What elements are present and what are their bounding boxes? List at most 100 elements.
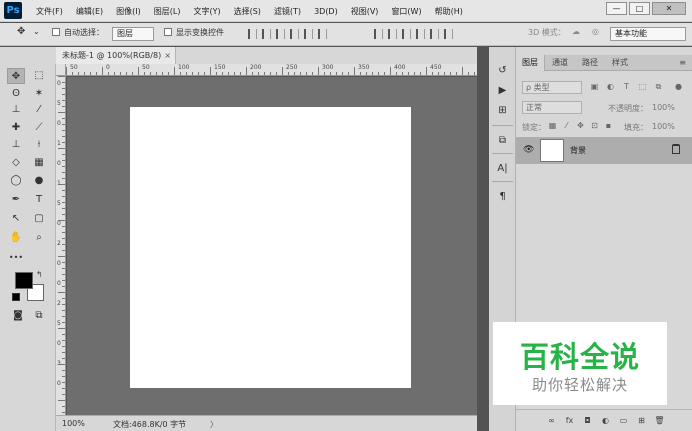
menu-3d[interactable]: 3D(D)	[314, 7, 338, 16]
default-colors-icon[interactable]	[12, 293, 20, 301]
new-group-icon[interactable]: ▭	[618, 415, 629, 426]
auto-select-target-select[interactable]: 图层	[112, 27, 154, 41]
fill-value[interactable]: 100%	[652, 122, 675, 131]
paragraph-panel-icon[interactable]: ¶	[495, 189, 510, 204]
add-mask-icon[interactable]: ◘	[582, 415, 593, 426]
swap-colors-icon[interactable]: ↰	[36, 270, 43, 279]
align-bottom-icon[interactable]	[276, 29, 285, 39]
lock-image-icon[interactable]: ⁄	[562, 121, 571, 130]
tool-preset-dropdown-icon[interactable]: ⌄	[33, 27, 40, 36]
document-tab[interactable]: 未标题-1 @ 100%(RGB/8) ×	[56, 47, 176, 64]
filter-shape-icon[interactable]: ⬚	[638, 82, 647, 91]
eyedropper-tool-icon[interactable]: ⁄	[30, 102, 48, 118]
distribute-top-icon[interactable]	[374, 29, 383, 39]
canvas-area[interactable]	[67, 77, 477, 415]
hand-tool-icon[interactable]: ✋	[7, 230, 25, 246]
menu-image[interactable]: 图像(I)	[116, 6, 141, 17]
tab-paths[interactable]: 路径	[576, 55, 604, 71]
move-tool-icon[interactable]: ✥	[7, 68, 25, 84]
healing-brush-tool-icon[interactable]: ✚	[7, 120, 25, 136]
minimize-button[interactable]: —	[606, 2, 627, 15]
lock-transparent-icon[interactable]: ▦	[548, 121, 557, 130]
workspace-select[interactable]: 基本功能	[610, 27, 686, 41]
distribute-left-icon[interactable]	[416, 29, 425, 39]
filter-smart-object-icon[interactable]: ⧉	[654, 82, 663, 91]
distribute-bottom-icon[interactable]	[402, 29, 411, 39]
status-menu-arrow-icon[interactable]: 〉	[210, 419, 218, 430]
align-vcenter-icon[interactable]	[262, 29, 271, 39]
character-panel-icon[interactable]: A|	[495, 161, 510, 176]
filter-pixel-icon[interactable]: ▣	[590, 82, 599, 91]
layer-row-background[interactable]: 👁 背景	[516, 137, 692, 164]
screen-mode-tool-icon[interactable]: ⧉	[30, 308, 48, 324]
distribute-right-icon[interactable]	[444, 29, 453, 39]
brush-tool-icon[interactable]: ⟋	[30, 120, 48, 136]
menu-select[interactable]: 选择(S)	[234, 6, 261, 17]
layer-filter-select[interactable]: ρ 类型	[522, 81, 582, 94]
tab-layers[interactable]: 图层	[516, 55, 545, 71]
filter-type-icon[interactable]: T	[622, 82, 631, 91]
menu-edit[interactable]: 编辑(E)	[76, 6, 103, 17]
gradient-tool-icon[interactable]: ▦	[30, 155, 48, 171]
menu-layer[interactable]: 图层(L)	[154, 6, 181, 17]
pen-tool-icon[interactable]: ✒	[7, 192, 25, 208]
quick-mask-tool-icon[interactable]: ◙	[9, 308, 27, 324]
opacity-value[interactable]: 100%	[652, 103, 675, 112]
foreground-color-swatch[interactable]	[15, 272, 33, 289]
clone-stamp-tool-icon[interactable]: ⊥	[7, 137, 25, 153]
align-left-icon[interactable]	[290, 29, 299, 39]
auto-select-checkbox[interactable]: 自动选择：	[52, 27, 104, 38]
more-tools-icon[interactable]: •••	[7, 250, 25, 266]
marquee-tool-icon[interactable]: ⬚	[30, 68, 48, 84]
3d-roll-icon[interactable]: ◎	[592, 27, 599, 36]
clone-source-panel-icon[interactable]: ⧉	[495, 133, 510, 148]
dodge-tool-icon[interactable]: ●	[30, 173, 48, 189]
new-layer-icon[interactable]: ⊞	[636, 415, 647, 426]
filter-toggle-icon[interactable]: ●	[674, 82, 683, 91]
align-top-icon[interactable]	[248, 29, 257, 39]
link-layers-icon[interactable]: ∞	[546, 415, 557, 426]
adjustment-layer-icon[interactable]: ◐	[600, 415, 611, 426]
horizontal-ruler[interactable]: 50 0 50 100 150 200 250 300 350 400 450	[66, 64, 477, 76]
menu-file[interactable]: 文件(F)	[36, 6, 63, 17]
menu-window[interactable]: 窗口(W)	[391, 6, 421, 17]
close-button[interactable]: ✕	[652, 2, 686, 15]
layer-style-icon[interactable]: fx	[564, 415, 575, 426]
crop-tool-icon[interactable]: ⊥	[7, 102, 25, 118]
eraser-tool-icon[interactable]: ◇	[7, 155, 25, 171]
magic-wand-tool-icon[interactable]: ✶	[30, 86, 48, 102]
auto-select-checkbox-box[interactable]	[52, 28, 60, 36]
filter-adjustment-icon[interactable]: ◐	[606, 82, 615, 91]
menu-type[interactable]: 文字(Y)	[193, 6, 220, 17]
shape-tool-icon[interactable]: ▢	[30, 211, 48, 227]
lock-all-icon[interactable]: ▪	[604, 121, 613, 130]
zoom-level[interactable]: 100%	[62, 419, 85, 428]
visibility-eye-icon[interactable]: 👁	[523, 145, 534, 155]
actions-panel-icon[interactable]: ▶	[495, 83, 510, 98]
history-panel-icon[interactable]: ↺	[495, 63, 510, 78]
document-tab-close-icon[interactable]: ×	[164, 47, 171, 64]
3d-orbit-icon[interactable]: ☁	[572, 27, 580, 36]
panel-menu-icon[interactable]: ≡	[679, 58, 686, 67]
move-tool-preset-icon[interactable]: ✥	[17, 26, 25, 37]
show-transform-controls-checkbox[interactable]: 显示变换控件	[164, 27, 224, 38]
show-transform-checkbox-box[interactable]	[164, 28, 172, 36]
ruler-origin[interactable]	[56, 64, 66, 76]
maximize-button[interactable]: □	[629, 2, 650, 15]
align-hcenter-icon[interactable]	[304, 29, 313, 39]
lasso-tool-icon[interactable]: ʘ	[7, 86, 25, 102]
tab-channels[interactable]: 通道	[546, 55, 574, 71]
blur-tool-icon[interactable]: ◯	[7, 173, 25, 189]
history-brush-tool-icon[interactable]: ⟊	[30, 137, 48, 153]
type-tool-icon[interactable]: T	[30, 192, 48, 208]
lock-artboard-icon[interactable]: ⊡	[590, 121, 599, 130]
lock-position-icon[interactable]: ✥	[576, 121, 585, 130]
delete-layer-icon[interactable]: 🗑	[654, 415, 665, 426]
zoom-tool-icon[interactable]: ⌕	[30, 230, 48, 246]
menu-filter[interactable]: 滤镜(T)	[274, 6, 301, 17]
vertical-ruler[interactable]: 0501015020025030	[56, 76, 66, 415]
distribute-hcenter-icon[interactable]	[430, 29, 439, 39]
path-selection-tool-icon[interactable]: ↖	[7, 211, 25, 227]
layer-name[interactable]: 背景	[570, 145, 586, 156]
blend-mode-select[interactable]: 正常	[522, 101, 582, 114]
